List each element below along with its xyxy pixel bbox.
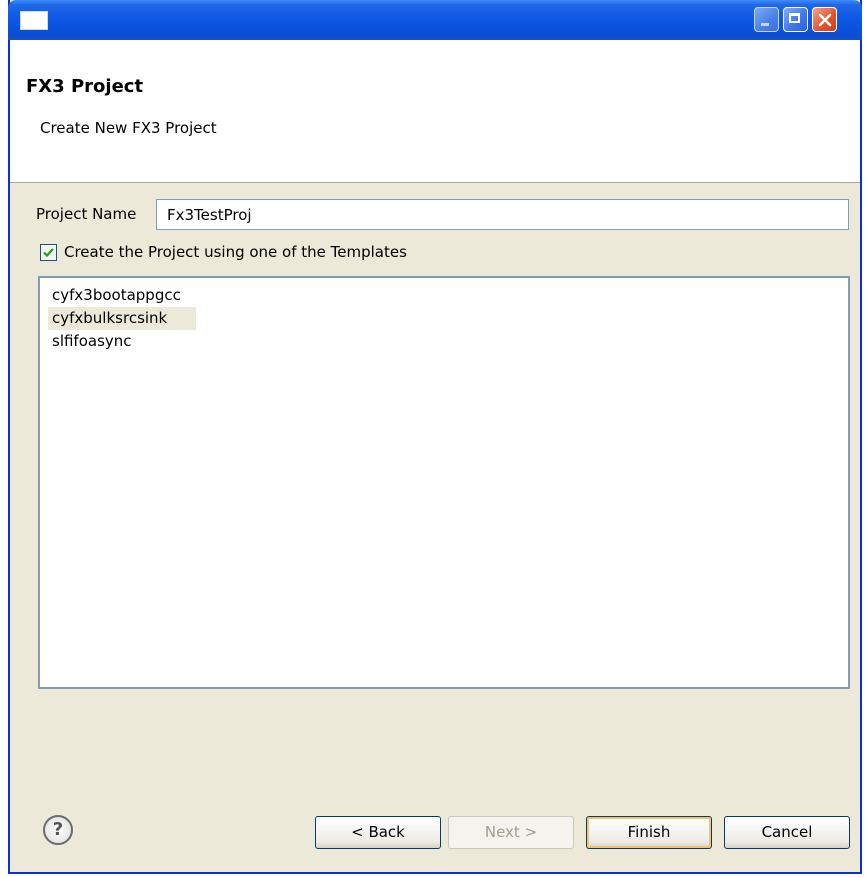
minimize-button[interactable]: [754, 7, 779, 32]
page-subtitle: Create New FX3 Project: [40, 119, 217, 137]
list-item[interactable]: slfifoasync: [48, 330, 196, 353]
back-button[interactable]: < Back: [315, 816, 441, 849]
minimize-icon: [761, 23, 769, 26]
title-bar[interactable]: [8, 0, 862, 40]
close-button[interactable]: [812, 7, 837, 32]
page-title: FX3 Project: [26, 76, 144, 97]
finish-button[interactable]: Finish: [586, 816, 712, 849]
project-name-input[interactable]: [156, 199, 849, 230]
window-icon: [20, 11, 48, 30]
help-button[interactable]: ?: [43, 815, 73, 845]
list-item[interactable]: cyfx3bootappgcc: [48, 284, 196, 307]
wizard-banner: FX3 Project Create New FX3 Project: [10, 40, 860, 183]
next-button[interactable]: Next >: [448, 816, 574, 849]
wizard-dialog: FX3 Project Create New FX3 Project Proje…: [8, 0, 862, 874]
help-icon: ?: [52, 819, 64, 840]
close-icon: [818, 13, 832, 27]
template-checkbox[interactable]: [40, 244, 57, 261]
project-name-label: Project Name: [36, 205, 137, 223]
cancel-button[interactable]: Cancel: [724, 816, 850, 849]
template-checkbox-label[interactable]: Create the Project using one of the Temp…: [64, 243, 407, 261]
checkmark-icon: [43, 248, 54, 258]
maximize-button[interactable]: [783, 7, 808, 32]
maximize-icon: [789, 13, 800, 23]
list-item[interactable]: cyfxbulksrcsink: [48, 307, 196, 330]
template-list[interactable]: cyfx3bootappgcc cyfxbulksrcsink slfifoas…: [38, 276, 850, 689]
